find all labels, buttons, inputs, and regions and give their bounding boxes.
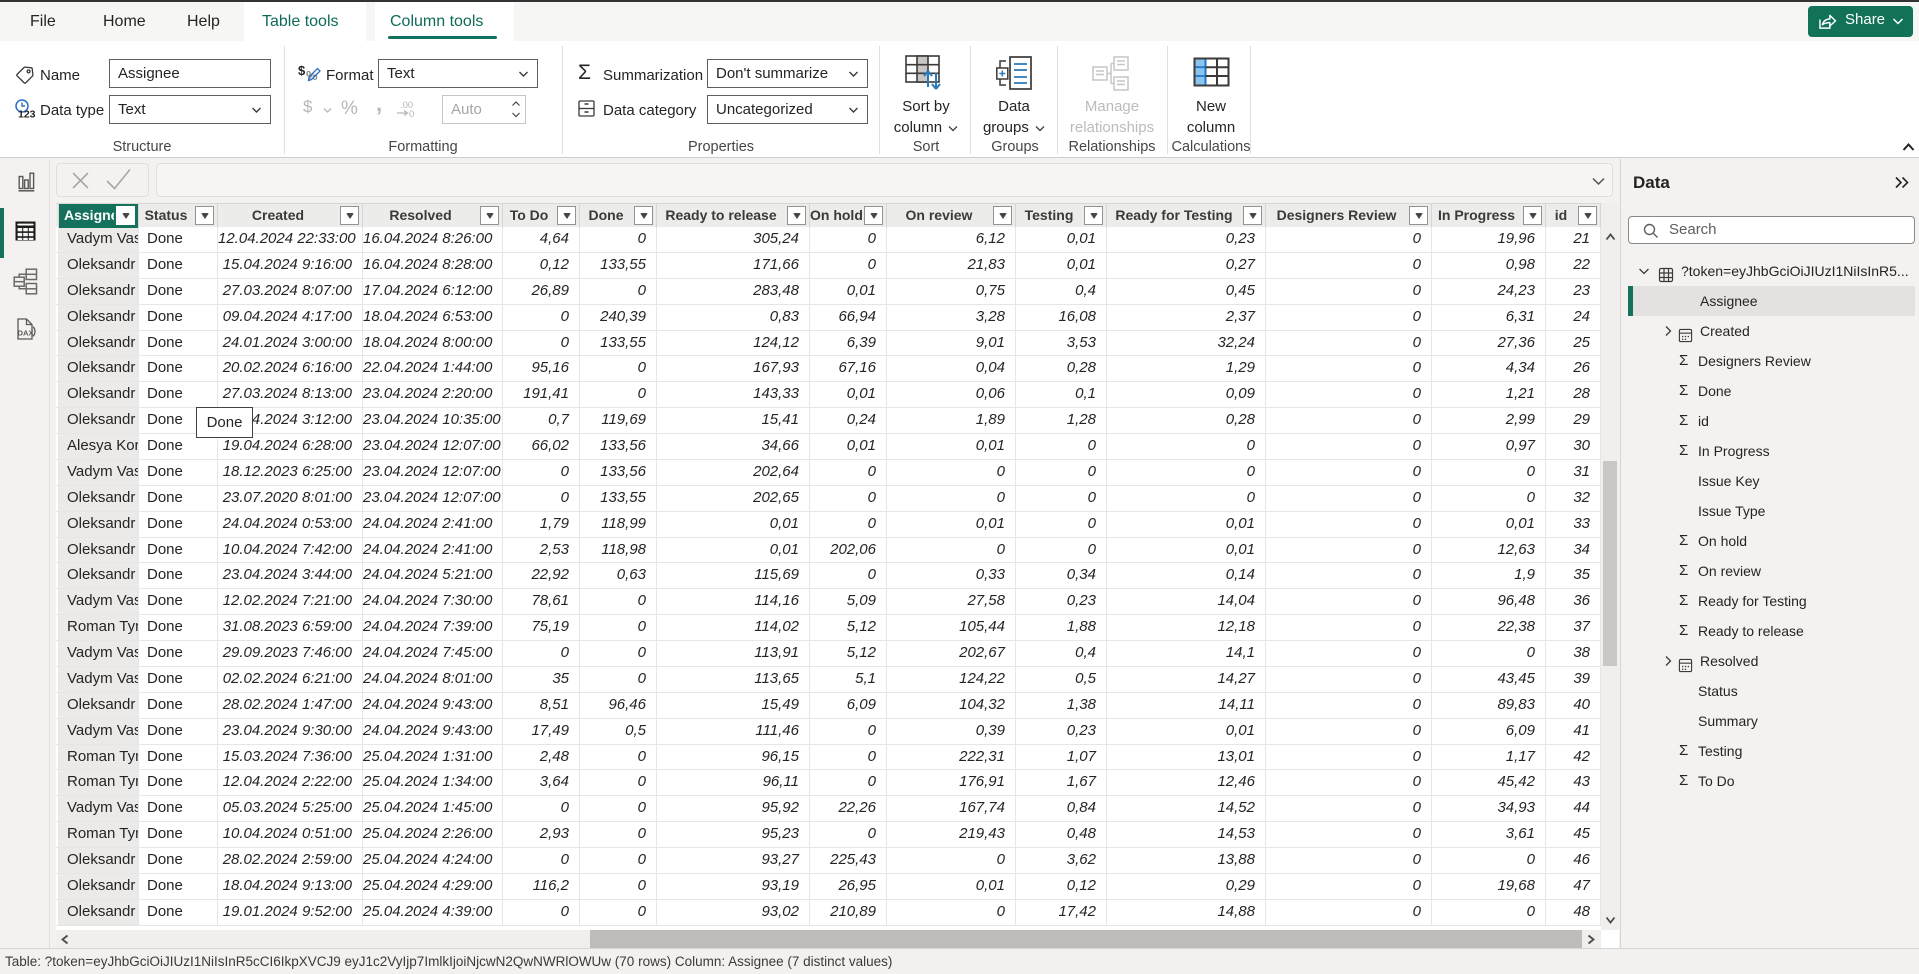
svg-text:$: $	[298, 63, 306, 78]
svg-text:DAX: DAX	[18, 329, 34, 338]
svg-text:0: 0	[409, 109, 414, 119]
svg-text:123: 123	[18, 109, 36, 121]
